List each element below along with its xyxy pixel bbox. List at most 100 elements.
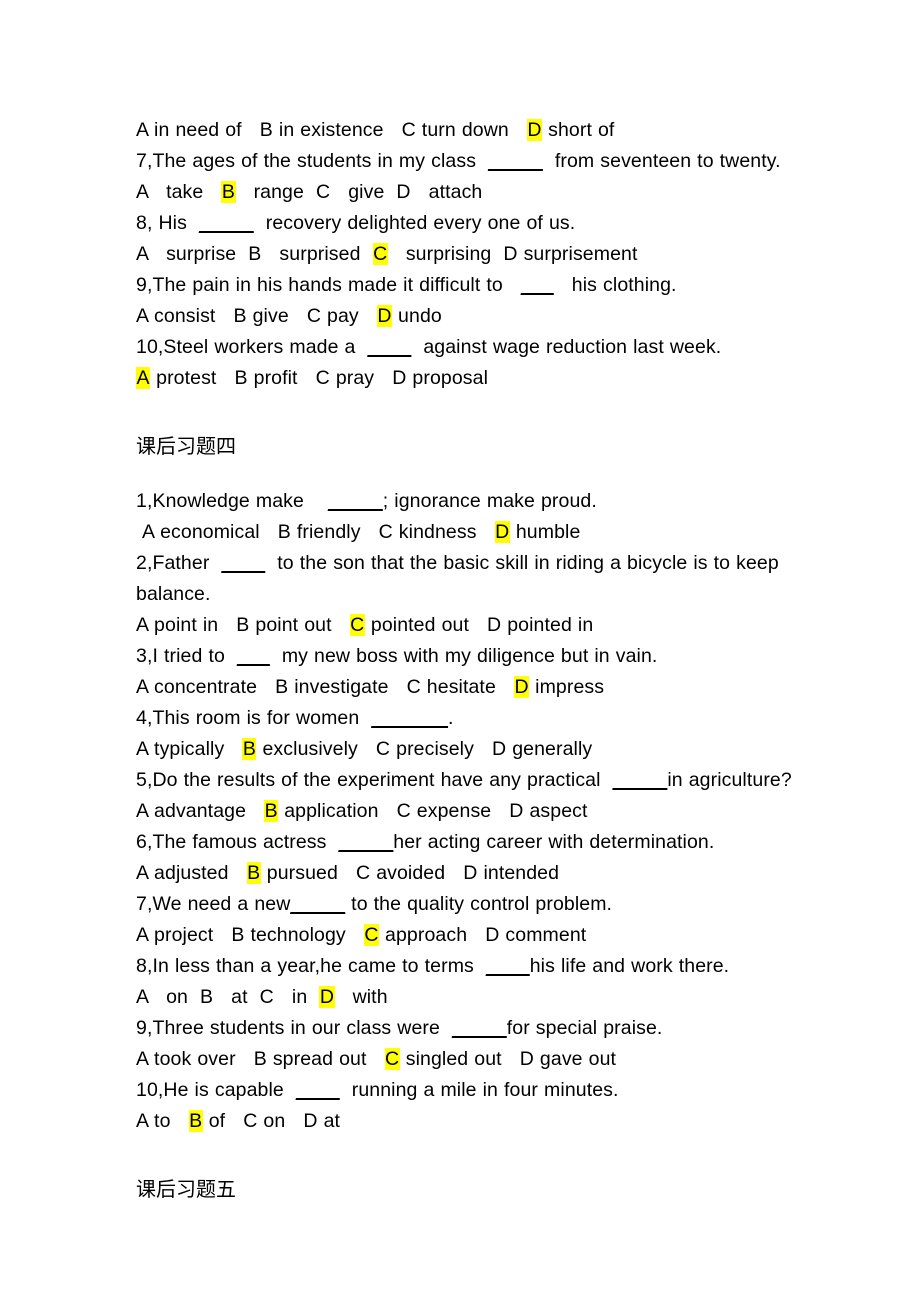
answer-blank: ____ <box>367 336 412 358</box>
question-stem: 10,Steel workers made a ____ against wag… <box>136 332 810 363</box>
stem-text-post: her acting career with determination. <box>393 831 715 853</box>
option-text-post: protest B profit C pray D proposal <box>150 367 489 389</box>
answer-blank: _____ <box>612 769 668 791</box>
highlighted-answer: D <box>376 305 393 327</box>
option-line: A on B at C in D with <box>136 982 810 1013</box>
option-text-post: range C give D attach <box>235 181 483 203</box>
option-text-post: undo <box>392 305 442 327</box>
highlighted-answer: B <box>242 738 257 760</box>
answer-blank: ____ <box>485 955 530 977</box>
stem-text-post: his clothing. <box>553 274 677 296</box>
question-stem: 3,I tried to ___ my new boss with my dil… <box>136 641 810 672</box>
stem-text-pre: 5,Do the results of the experiment have … <box>136 769 613 791</box>
question-stem: 4,This room is for women _______. <box>136 703 810 734</box>
question-stem: 6,The famous actress _____her acting car… <box>136 827 810 858</box>
option-line: A adjusted B pursued C avoided D intende… <box>136 858 810 889</box>
option-line: A project B technology C approach D comm… <box>136 920 810 951</box>
answer-blank: ___ <box>520 274 554 296</box>
section-heading-four: 课后习题四 <box>136 434 236 458</box>
option-line: A in need of B in existence C turn down … <box>136 115 810 146</box>
option-text-post: exclusively C precisely D generally <box>256 738 593 760</box>
answer-blank: _____ <box>488 150 543 172</box>
answer-blank: ____ <box>295 1079 340 1101</box>
option-text-pre: A surprise B surprised <box>136 243 373 265</box>
highlighted-answer: B <box>264 800 279 822</box>
option-text-pre: A consist B give C pay <box>136 305 377 327</box>
highlighted-answer: B <box>246 862 261 884</box>
question-stem: 1,Knowledge make _____; ignorance make p… <box>136 486 810 517</box>
question-stem: 9,Three students in our class were _____… <box>136 1013 810 1044</box>
option-text-pre: A on B at C in <box>136 986 320 1008</box>
question-stem: 2,Father ____ to the son that the basic … <box>136 548 810 610</box>
option-text-post: pursued C avoided D intended <box>260 862 560 884</box>
option-line: A typically B exclusively C precisely D … <box>136 734 810 765</box>
question-stem: 5,Do the results of the experiment have … <box>136 765 810 796</box>
answer-blank: _______ <box>371 707 448 729</box>
stem-text-pre: 7,We need a new <box>136 893 291 915</box>
stem-text-pre: 2,Father <box>136 552 222 574</box>
option-line: A surprise B surprised C surprising D su… <box>136 239 810 270</box>
question-stem: 8, His _____ recovery delighted every on… <box>136 208 810 239</box>
stem-text-pre: 9,Three students in our class were <box>136 1017 452 1039</box>
question-stem: 7,We need a new_____ to the quality cont… <box>136 889 810 920</box>
question-stem: 7,The ages of the students in my class _… <box>136 146 810 177</box>
option-text-post: short of <box>542 119 615 141</box>
stem-text-pre: 10,Steel workers made a <box>136 336 368 358</box>
answer-blank: _____ <box>198 212 254 234</box>
option-text-pre: A advantage <box>136 800 265 822</box>
option-line: A protest B profit C pray D proposal <box>136 363 810 394</box>
option-text-pre: A concentrate B investigate C hesitate <box>136 676 514 698</box>
highlighted-answer: A <box>136 367 151 389</box>
highlighted-answer: B <box>188 1110 203 1132</box>
option-text-post: approach D comment <box>379 924 587 946</box>
highlighted-answer: D <box>513 676 530 698</box>
stem-text-pre: 4,This room is for women <box>136 707 372 729</box>
question-stem: 9,The pain in his hands made it difficul… <box>136 270 810 301</box>
option-text-pre: A point in B point out <box>136 614 350 636</box>
question-stem: 10,He is capable ____ running a mile in … <box>136 1075 810 1106</box>
stem-text-post: to the quality control problem. <box>345 893 613 915</box>
highlighted-answer: D <box>526 119 543 141</box>
option-line: A concentrate B investigate C hesitate D… <box>136 672 810 703</box>
highlighted-answer: C <box>384 1048 400 1070</box>
section-heading-five: 课后习题五 <box>136 1177 236 1201</box>
option-line: A took over B spread out C singled out D… <box>136 1044 810 1075</box>
option-text-pre: A took over B spread out <box>136 1048 385 1070</box>
option-text-pre: A project B technology <box>136 924 364 946</box>
option-text-pre: A take <box>136 181 222 203</box>
answer-blank: ___ <box>236 645 270 667</box>
stem-text-post: ; ignorance make proud. <box>382 490 597 512</box>
option-text-post: impress <box>529 676 605 698</box>
stem-text-post: from seventeen to twenty. <box>542 150 781 172</box>
stem-text-post: running a mile in four minutes. <box>339 1079 619 1101</box>
highlighted-answer: D <box>319 986 335 1008</box>
highlighted-answer: C <box>349 614 365 636</box>
document-page: A in need of B in existence C turn down … <box>0 0 920 1302</box>
option-text-pre: A typically <box>136 738 243 760</box>
option-text-pre: A adjusted <box>136 862 247 884</box>
answer-blank: _____ <box>452 1017 507 1039</box>
option-text-pre: A in need of B in existence C turn down <box>136 119 527 141</box>
answer-blank: _____ <box>290 893 346 915</box>
stem-text-post: my new boss with my diligence but in vai… <box>269 645 658 667</box>
stem-text-post: . <box>447 707 454 729</box>
stem-text-post: his life and work there. <box>529 955 730 977</box>
option-line: A take B range C give D attach <box>136 177 810 208</box>
stem-text-post: against wage reduction last week. <box>411 336 722 358</box>
option-text-post: pointed out D pointed in <box>364 614 594 636</box>
highlighted-answer: B <box>221 181 236 203</box>
question-stem: 8,In less than a year,he came to terms _… <box>136 951 810 982</box>
option-text-post: of C on D at <box>202 1110 341 1132</box>
stem-text-pre: 1,Knowledge make <box>136 490 329 512</box>
option-line: A point in B point out C pointed out D p… <box>136 610 810 641</box>
option-text-pre: A to <box>136 1110 189 1132</box>
option-line: A consist B give C pay D undo <box>136 301 810 332</box>
answer-blank: _____ <box>328 490 383 512</box>
stem-text-post: in agriculture? <box>667 769 792 791</box>
stem-text-post: recovery delighted every one of us. <box>253 212 576 234</box>
highlighted-answer: D <box>494 521 510 543</box>
option-text-post: surprising D surprisement <box>387 243 638 265</box>
answer-blank: ____ <box>221 552 266 574</box>
stem-text-pre: 7,The ages of the students in my class <box>136 150 489 172</box>
stem-text-pre: 8,In less than a year,he came to terms <box>136 955 486 977</box>
